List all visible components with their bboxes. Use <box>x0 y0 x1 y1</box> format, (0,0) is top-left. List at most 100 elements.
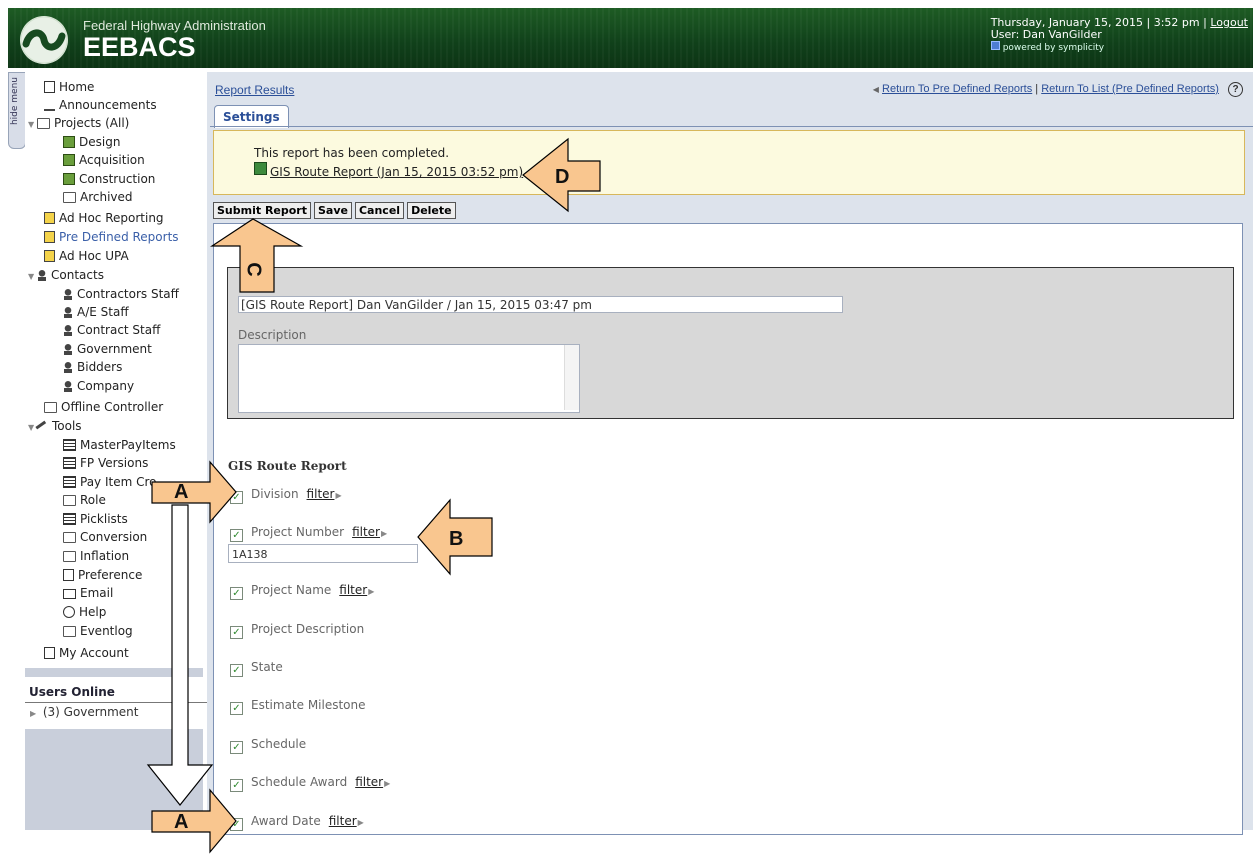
sidebar-item-label: Picklists <box>80 512 128 526</box>
logout-link[interactable]: Logout <box>1210 16 1248 29</box>
project-name-filter-link[interactable]: filter <box>339 583 367 597</box>
sidebar-item-picklists[interactable]: Picklists <box>63 510 128 528</box>
person-icon <box>63 325 73 336</box>
folder-icon <box>44 402 57 413</box>
sidebar-item-label: My Account <box>59 646 129 660</box>
sidebar-item-fp-versions[interactable]: FP Versions <box>63 454 148 472</box>
sheet-icon <box>63 476 76 488</box>
sidebar: Home Announcements ▼ Projects (All) Desig… <box>25 72 211 830</box>
textarea-scrollbar[interactable] <box>564 345 579 410</box>
sidebar-item-acquisition[interactable]: Acquisition <box>63 151 145 169</box>
division-filter-link[interactable]: filter <box>307 487 335 501</box>
sidebar-item-conversion[interactable]: Conversion <box>63 528 147 546</box>
sidebar-item-offline-controller[interactable]: Offline Controller <box>44 398 163 416</box>
sidebar-item-ad-hoc-upa[interactable]: Ad Hoc UPA <box>44 247 129 265</box>
field-award-date: ✓ Award Date filter▶ <box>230 813 364 831</box>
award-date-filter-link[interactable]: filter <box>329 814 357 828</box>
sidebar-item-government[interactable]: Government <box>63 340 152 358</box>
sidebar-item-company[interactable]: Company <box>63 377 134 395</box>
field-division: ✓ Division filter▶ <box>230 486 342 504</box>
sidebar-item-design[interactable]: Design <box>63 133 120 151</box>
sidebar-item-announcements[interactable]: Announcements <box>44 96 157 114</box>
sidebar-item-label: Role <box>80 493 106 507</box>
project-number-filter-input[interactable]: 1A138 <box>228 544 418 563</box>
link-separator: | <box>1035 83 1039 95</box>
state-checkbox[interactable]: ✓ <box>230 664 243 677</box>
sidebar-item-email[interactable]: Email <box>63 584 113 602</box>
field-state: ✓ State <box>230 659 283 677</box>
schedule-award-checkbox[interactable]: ✓ <box>230 779 243 792</box>
sidebar-item-help[interactable]: Help <box>63 603 106 621</box>
sidebar-item-label: Company <box>77 379 135 393</box>
field-project-name: ✓ Project Name filter▶ <box>230 582 374 600</box>
hide-menu-tab[interactable]: hide menu <box>8 72 26 149</box>
description-label: Description <box>238 328 307 342</box>
expand-triangle-icon[interactable]: ▶ <box>30 709 39 718</box>
sidebar-item-label: Tools <box>52 419 82 433</box>
division-checkbox[interactable]: ✓ <box>230 491 243 504</box>
field-label: Project Number <box>251 525 345 539</box>
award-date-checkbox[interactable]: ✓ <box>230 818 243 831</box>
sidebar-item-inflation[interactable]: Inflation <box>63 547 129 565</box>
plus-box-icon <box>63 136 75 148</box>
save-button[interactable]: Save <box>314 202 352 219</box>
sidebar-item-contractors-staff[interactable]: Contractors Staff <box>63 285 179 303</box>
tab-settings[interactable]: Settings <box>214 105 289 128</box>
sidebar-item-role[interactable]: Role <box>63 491 106 509</box>
filter-arrow-icon: ▶ <box>335 491 342 500</box>
sidebar-item-bidders[interactable]: Bidders <box>63 358 122 376</box>
sidebar-item-tools[interactable]: ▼ Tools <box>28 417 82 435</box>
field-label: Schedule Award <box>251 775 348 789</box>
sidebar-item-pay-item-cro[interactable]: Pay Item Cro <box>63 473 157 491</box>
description-textarea[interactable] <box>238 344 580 413</box>
field-label: Award Date <box>251 814 321 828</box>
report-link-text: GIS Route Report (Jan 15, 2015 03:52 pm) <box>270 165 524 179</box>
sidebar-item-archived[interactable]: Archived <box>63 188 133 206</box>
person-icon <box>63 362 73 373</box>
users-online-panel: Users Online ▶ (3) Government <box>25 677 211 729</box>
sidebar-item-pre-defined-reports[interactable]: Pre Defined Reports <box>44 228 179 246</box>
sidebar-item-label: Government <box>77 342 152 356</box>
report-name-input[interactable]: [GIS Route Report] Dan VanGilder / Jan 1… <box>238 296 843 313</box>
collapse-triangle-icon[interactable]: ▼ <box>28 116 37 134</box>
sidebar-item-ad-hoc-reporting[interactable]: Ad Hoc Reporting <box>44 209 164 227</box>
field-label: State <box>251 660 283 674</box>
sidebar-item-label: Offline Controller <box>61 400 164 414</box>
users-online-item[interactable]: ▶ (3) Government <box>30 705 138 719</box>
home-icon <box>44 81 55 93</box>
collapse-triangle-icon[interactable]: ▼ <box>28 268 37 286</box>
report-icon <box>44 231 55 243</box>
sidebar-item-eventlog[interactable]: Eventlog <box>63 622 133 640</box>
sidebar-item-label: Inflation <box>80 549 130 563</box>
cancel-button[interactable]: Cancel <box>354 202 405 219</box>
sidebar-item-construction[interactable]: Construction <box>63 170 155 188</box>
return-to-predefined-link[interactable]: Return To Pre Defined Reports <box>882 83 1032 95</box>
people-icon <box>37 270 47 281</box>
folder-icon <box>63 495 76 506</box>
sidebar-item-projects[interactable]: ▼ Projects (All) <box>28 114 129 132</box>
sidebar-item-label: Eventlog <box>80 624 133 638</box>
project-name-checkbox[interactable]: ✓ <box>230 587 243 600</box>
project-number-filter-link[interactable]: filter <box>352 525 380 539</box>
sidebar-item-contract-staff[interactable]: Contract Staff <box>63 321 160 339</box>
project-description-checkbox[interactable]: ✓ <box>230 626 243 639</box>
help-icon[interactable]: ? <box>1228 82 1243 97</box>
submit-report-button[interactable]: Submit Report <box>213 202 311 219</box>
sidebar-item-home[interactable]: Home <box>44 78 94 96</box>
sidebar-item-preference[interactable]: Preference <box>63 566 142 584</box>
sidebar-item-contacts[interactable]: ▼ Contacts <box>28 266 104 284</box>
delete-button[interactable]: Delete <box>407 202 456 219</box>
estimate-milestone-checkbox[interactable]: ✓ <box>230 702 243 715</box>
sidebar-item-ae-staff[interactable]: A/E Staff <box>63 303 129 321</box>
sheet-icon <box>63 439 76 451</box>
sidebar-item-label: MasterPayItems <box>80 438 176 452</box>
report-download-link[interactable]: GIS Route Report (Jan 15, 2015 03:52 pm) <box>254 162 523 179</box>
sidebar-item-label: Acquisition <box>79 153 145 167</box>
sidebar-item-masterpayitems[interactable]: MasterPayItems <box>63 436 176 454</box>
return-to-list-link[interactable]: Return To List (Pre Defined Reports) <box>1041 83 1219 95</box>
breadcrumb-report-results[interactable]: Report Results <box>215 83 294 97</box>
sidebar-item-my-account[interactable]: My Account <box>44 644 129 662</box>
schedule-checkbox[interactable]: ✓ <box>230 741 243 754</box>
project-number-checkbox[interactable]: ✓ <box>230 529 243 542</box>
schedule-award-filter-link[interactable]: filter <box>355 775 383 789</box>
